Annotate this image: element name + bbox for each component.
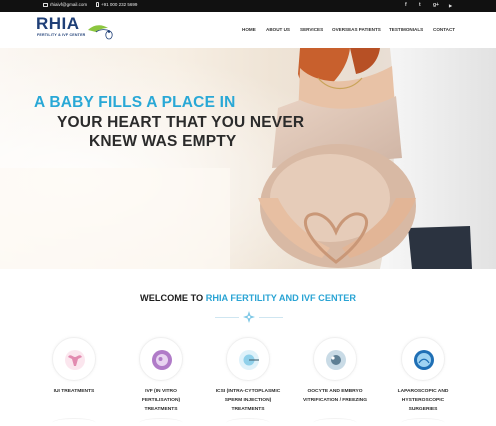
divider-left [215,317,239,318]
logo-subtitle: FERTILITY & IVF CENTER [37,33,86,37]
hero-banner: A BABY FILLS A PLACE IN YOUR HEART THAT … [0,48,496,269]
service-label: IUI TREATMENTS [53,389,95,394]
nav-contact[interactable]: CONTACT [433,27,455,32]
welcome-heading: WELCOME TO RHIA FERTILITY AND IVF CENTER [0,293,496,303]
site-header: RHIA FERTILITY & IVF CENTER HOME ABOUT U… [0,12,496,48]
service-icon-circle [139,337,183,381]
logo-text: RHIA [36,14,80,33]
email-text: rhiaivf@gmail.com [50,2,88,7]
service-circle-partial [401,418,445,426]
logo[interactable]: RHIA FERTILITY & IVF CENTER [36,14,126,44]
service-circle-partial [226,418,270,426]
nav-about-us[interactable]: ABOUT US [266,27,290,32]
service-circle-partial [313,418,357,426]
pregnant-couple-photo [0,48,496,269]
service-icon-circle [401,337,445,381]
stork-logo-icon [88,25,113,40]
nav-overseas-patients[interactable]: OVERSEAS PATIENTS [332,27,381,32]
phone-text: +91 000 232 5699 [101,2,138,7]
top-bar: rhiaivf@gmail.com +91 000 232 5699 f t g… [0,0,496,12]
email-contact[interactable]: rhiaivf@gmail.com [43,2,87,7]
hero-headline-line3: KNEW WAS EMPTY [89,133,237,150]
service-label: LAPAROSCOPIC AND HYSTEROSCOPIC SURGERIES [397,389,449,412]
laparoscopy-icon [414,350,434,370]
envelope-icon [43,2,48,7]
uterus-icon [65,350,85,370]
service-circle-partial [139,418,183,426]
ornament-icon [243,311,255,323]
oocyte-icon [326,350,346,370]
phone-icon [96,2,99,7]
service-icon-circle [313,337,357,381]
service-label: OOCYTE AND EMBRYO VITRIFICATION / FREEZI… [302,389,368,403]
welcome-prefix: WELCOME TO [140,293,206,303]
divider-right [259,317,283,318]
facebook-icon[interactable]: f [405,2,407,8]
youtube-icon[interactable]: ▶ [449,3,452,8]
service-icon-circle [52,337,96,381]
embryo-icon [152,350,172,370]
nav-services[interactable]: SERVICES [300,27,323,32]
service-label: ICSI (INTRA-CYTOPLASMIC SPERM INJECTION)… [215,389,281,412]
hero-headline-line2: YOUR HEART THAT YOU NEVER [57,114,305,131]
google-plus-icon[interactable]: g+ [433,2,439,8]
injection-icon [239,350,259,370]
hero-headline-line1: A BABY FILLS A PLACE IN [34,94,236,111]
twitter-icon[interactable]: t [419,2,421,8]
nav-testimonials[interactable]: TESTIMONIALS [389,27,423,32]
service-icon-circle [226,337,270,381]
welcome-highlight: RHIA FERTILITY AND IVF CENTER [205,293,356,303]
service-circle-partial [52,418,96,426]
phone-contact[interactable]: +91 000 232 5699 [96,2,137,7]
service-label: IVF (IN VITRO FERTILISATION) TREATMENTS [141,389,181,412]
nav-home[interactable]: HOME [242,27,256,32]
